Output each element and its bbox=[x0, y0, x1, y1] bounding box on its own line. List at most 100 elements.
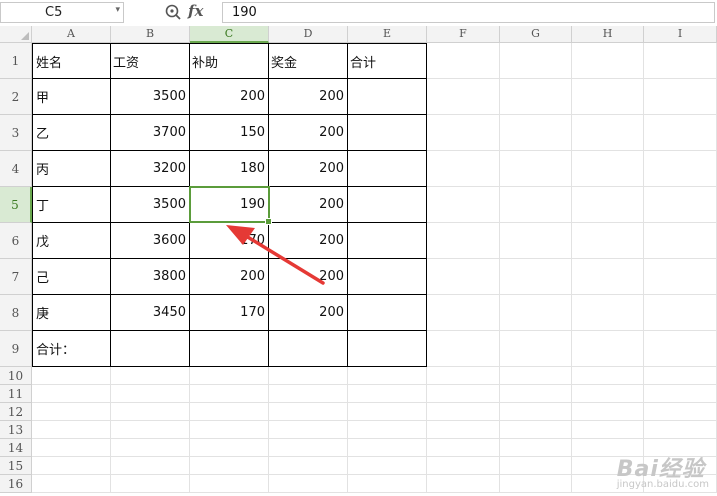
table-header-cell[interactable]: 工资 bbox=[110, 43, 190, 79]
grid-cell[interactable] bbox=[32, 457, 111, 475]
grid-cell[interactable] bbox=[572, 421, 644, 439]
grid-cell[interactable] bbox=[644, 385, 717, 403]
table-cell-c6[interactable]: 170 bbox=[189, 222, 269, 259]
table-cell-b7[interactable]: 3800 bbox=[110, 258, 190, 295]
grid-cell[interactable] bbox=[190, 421, 269, 439]
grid-cell[interactable] bbox=[644, 223, 717, 259]
grid-cell[interactable] bbox=[427, 457, 500, 475]
table-cell-c9[interactable] bbox=[189, 330, 269, 367]
chevron-down-icon[interactable]: ▾ bbox=[115, 5, 120, 15]
row-header-6[interactable]: 6 bbox=[0, 223, 32, 259]
grid-cell[interactable] bbox=[190, 367, 269, 385]
grid-cell[interactable] bbox=[572, 403, 644, 421]
table-cell-a8[interactable]: 庚 bbox=[32, 294, 111, 331]
grid-cell[interactable] bbox=[572, 367, 644, 385]
grid-cell[interactable] bbox=[572, 187, 644, 223]
table-cell-e7[interactable] bbox=[347, 258, 427, 295]
grid-cell[interactable] bbox=[644, 331, 717, 367]
grid-cell[interactable] bbox=[427, 151, 500, 187]
table-cell-a5[interactable]: 丁 bbox=[32, 186, 111, 223]
grid-cell[interactable] bbox=[111, 439, 190, 457]
grid-cell[interactable] bbox=[111, 367, 190, 385]
fx-icon[interactable]: fx bbox=[188, 2, 203, 20]
table-cell-e8[interactable] bbox=[347, 294, 427, 331]
row-header-9[interactable]: 9 bbox=[0, 331, 32, 367]
table-cell-c8[interactable]: 170 bbox=[189, 294, 269, 331]
table-cell-b8[interactable]: 3450 bbox=[110, 294, 190, 331]
row-header-2[interactable]: 2 bbox=[0, 79, 32, 115]
table-cell-a9[interactable]: 合计： bbox=[32, 330, 111, 367]
grid-cell[interactable] bbox=[348, 385, 427, 403]
grid-cell[interactable] bbox=[500, 187, 572, 223]
table-cell-d9[interactable] bbox=[268, 330, 348, 367]
table-cell-c2[interactable]: 200 bbox=[189, 78, 269, 115]
grid-cell[interactable] bbox=[572, 79, 644, 115]
grid-cell[interactable] bbox=[644, 421, 717, 439]
grid-cell[interactable] bbox=[572, 151, 644, 187]
grid-cell[interactable] bbox=[500, 457, 572, 475]
table-cell-d6[interactable]: 200 bbox=[268, 222, 348, 259]
grid-cell[interactable] bbox=[427, 79, 500, 115]
table-cell-b9[interactable] bbox=[110, 330, 190, 367]
table-cell-c3[interactable]: 150 bbox=[189, 114, 269, 151]
grid-cell[interactable] bbox=[190, 457, 269, 475]
table-cell-d7[interactable]: 200 bbox=[268, 258, 348, 295]
row-header-15[interactable]: 15 bbox=[0, 457, 32, 475]
grid-cell[interactable] bbox=[348, 457, 427, 475]
table-cell-e4[interactable] bbox=[347, 150, 427, 187]
grid-cell[interactable] bbox=[572, 259, 644, 295]
grid-cell[interactable] bbox=[111, 403, 190, 421]
grid-cell[interactable] bbox=[500, 151, 572, 187]
grid-cell[interactable] bbox=[644, 187, 717, 223]
grid-cell[interactable] bbox=[500, 367, 572, 385]
grid-cell[interactable] bbox=[500, 403, 572, 421]
grid-cell[interactable] bbox=[644, 115, 717, 151]
grid-cell[interactable] bbox=[32, 367, 111, 385]
table-cell-b5[interactable]: 3500 bbox=[110, 186, 190, 223]
table-cell-d5[interactable]: 200 bbox=[268, 186, 348, 223]
grid-cell[interactable] bbox=[644, 295, 717, 331]
row-header-12[interactable]: 12 bbox=[0, 403, 32, 421]
grid-cell[interactable] bbox=[111, 421, 190, 439]
table-cell-a4[interactable]: 丙 bbox=[32, 150, 111, 187]
table-cell-d8[interactable]: 200 bbox=[268, 294, 348, 331]
table-cell-b4[interactable]: 3200 bbox=[110, 150, 190, 187]
grid-cell[interactable] bbox=[269, 439, 348, 457]
grid-cell[interactable] bbox=[500, 385, 572, 403]
row-header-11[interactable]: 11 bbox=[0, 385, 32, 403]
grid-cell[interactable] bbox=[644, 151, 717, 187]
grid-cell[interactable] bbox=[427, 403, 500, 421]
grid-cell[interactable] bbox=[348, 439, 427, 457]
select-all-corner[interactable] bbox=[0, 26, 32, 43]
grid-cell[interactable] bbox=[572, 115, 644, 151]
grid-cell[interactable] bbox=[500, 421, 572, 439]
column-header-c[interactable]: C bbox=[190, 26, 269, 43]
table-cell-a2[interactable]: 甲 bbox=[32, 78, 111, 115]
grid-cell[interactable] bbox=[500, 295, 572, 331]
grid-cell[interactable] bbox=[572, 385, 644, 403]
grid-cell[interactable] bbox=[190, 403, 269, 421]
row-header-5[interactable]: 5 bbox=[0, 187, 32, 223]
formula-input[interactable]: 190 bbox=[222, 2, 715, 23]
grid-cell[interactable] bbox=[32, 385, 111, 403]
grid-cell[interactable] bbox=[427, 331, 500, 367]
row-header-1[interactable]: 1 bbox=[0, 43, 32, 79]
grid-cell[interactable] bbox=[269, 385, 348, 403]
grid-cell[interactable] bbox=[572, 43, 644, 79]
table-cell-a6[interactable]: 戊 bbox=[32, 222, 111, 259]
name-box[interactable]: C5 ▾ bbox=[0, 2, 124, 23]
table-cell-d2[interactable]: 200 bbox=[268, 78, 348, 115]
row-header-7[interactable]: 7 bbox=[0, 259, 32, 295]
grid-cell[interactable] bbox=[500, 115, 572, 151]
column-header-e[interactable]: E bbox=[348, 26, 427, 43]
grid-cell[interactable] bbox=[500, 43, 572, 79]
grid-cell[interactable] bbox=[500, 223, 572, 259]
table-cell-b6[interactable]: 3600 bbox=[110, 222, 190, 259]
grid-cell[interactable] bbox=[269, 457, 348, 475]
table-header-cell[interactable]: 合计 bbox=[347, 43, 427, 79]
grid-cell[interactable] bbox=[32, 421, 111, 439]
grid-cell[interactable] bbox=[190, 475, 269, 493]
grid-cell[interactable] bbox=[190, 385, 269, 403]
row-header-3[interactable]: 3 bbox=[0, 115, 32, 151]
grid-cell[interactable] bbox=[644, 79, 717, 115]
